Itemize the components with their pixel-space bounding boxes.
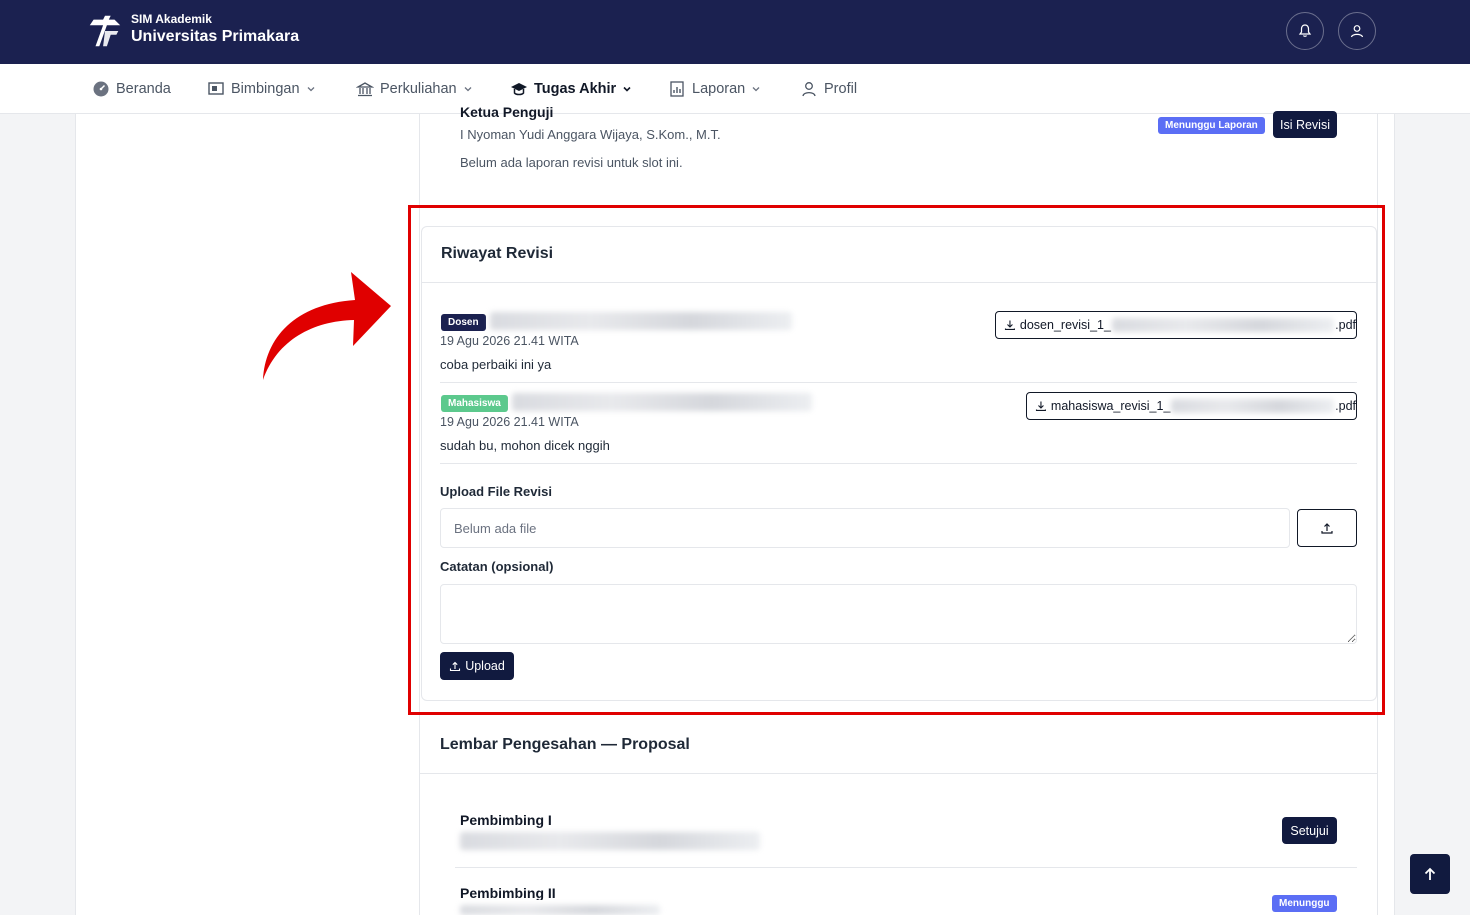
approve-button[interactable]: Setujui xyxy=(1282,817,1337,844)
chevron-down-icon xyxy=(307,87,314,92)
brand-subtitle: SIM Akademik xyxy=(131,12,212,26)
slot-empty-note: Belum ada laporan revisi untuk slot ini. xyxy=(460,155,683,170)
file-name-prefix: mahasiswa_revisi_1_ xyxy=(1050,399,1171,413)
nav-label: Tugas Akhir xyxy=(534,81,617,97)
choose-file-button[interactable] xyxy=(1297,509,1357,547)
slot-examiner-name: I Nyoman Yudi Anggara Wijaya, S.Kom., M.… xyxy=(460,127,721,142)
notifications-button[interactable] xyxy=(1286,12,1324,50)
notes-textarea[interactable] xyxy=(440,584,1357,644)
nav-perkuliahan[interactable]: Perkuliahan xyxy=(356,79,473,99)
nav-profil[interactable]: Profil xyxy=(800,79,857,99)
entry-message: coba perbaiki ini ya xyxy=(440,357,552,372)
approver-role: Pembimbing II xyxy=(460,885,556,900)
status-badge: Menunggu Laporan xyxy=(1158,117,1265,134)
download-file-button[interactable]: mahasiswa_revisi_1_ .pdf xyxy=(1026,392,1357,420)
redacted-filename xyxy=(1171,399,1335,413)
nav-label: Laporan xyxy=(692,81,746,97)
upload-icon xyxy=(450,661,461,672)
upload-icon xyxy=(1321,523,1333,534)
account-button[interactable] xyxy=(1338,12,1376,50)
entry-divider xyxy=(440,463,1357,464)
entry-timestamp: 19 Agu 2026 21.41 WITA xyxy=(440,415,579,429)
upload-button-label: Upload xyxy=(465,659,505,673)
nav-bimbingan[interactable]: Bimbingan xyxy=(207,79,316,99)
top-header: SIM Akademik Universitas Primakara xyxy=(0,0,1470,64)
card-title: Riwayat Revisi xyxy=(441,245,554,262)
red-arrow-annotation xyxy=(263,272,391,380)
nav-laporan[interactable]: Laporan xyxy=(668,79,761,99)
report-icon xyxy=(670,81,684,97)
approval-section-title: Lembar Pengesahan — Proposal xyxy=(440,736,690,753)
nav-beranda[interactable]: Beranda xyxy=(92,79,171,99)
scroll-to-top-button[interactable] xyxy=(1410,854,1450,894)
redacted-name xyxy=(490,312,792,330)
entry-divider xyxy=(440,382,1357,383)
nav-label: Profil xyxy=(824,81,858,97)
arrow-up-icon xyxy=(1424,867,1436,880)
approver-role: Pembimbing I xyxy=(460,812,552,828)
fill-revision-button[interactable]: Isi Revisi xyxy=(1273,111,1337,138)
upload-label: Upload File Revisi xyxy=(440,484,552,499)
download-icon xyxy=(1035,401,1046,412)
redacted-name xyxy=(512,393,812,411)
user-icon xyxy=(1350,25,1364,38)
row-divider xyxy=(455,867,1357,868)
download-file-button[interactable]: dosen_revisi_1_ .pdf xyxy=(995,311,1357,339)
file-name-prefix: dosen_revisi_1_ xyxy=(1019,318,1111,332)
chevron-down-icon xyxy=(752,87,760,92)
dashboard-icon xyxy=(93,81,109,97)
section-divider xyxy=(420,773,1378,774)
graduation-cap-icon xyxy=(511,83,527,96)
upload-button[interactable]: Upload xyxy=(440,652,514,680)
file-input-display[interactable]: Belum ada file xyxy=(440,508,1290,548)
chevron-down-icon xyxy=(623,86,631,92)
redacted-name xyxy=(460,832,760,850)
bell-icon xyxy=(1298,24,1312,37)
notes-label: Catatan (opsional) xyxy=(440,559,554,574)
nav-label: Beranda xyxy=(116,81,171,97)
institution-icon xyxy=(356,82,374,97)
presentation-icon xyxy=(208,82,224,95)
file-extension: .pdf xyxy=(1335,318,1356,332)
user-icon xyxy=(802,82,816,97)
nav-label: Bimbingan xyxy=(231,81,300,97)
redacted-name xyxy=(460,905,660,915)
entry-message: sudah bu, mohon dicek nggih xyxy=(440,438,610,453)
brand-title: Universitas Primakara xyxy=(131,28,300,45)
main-nav: Beranda Bimbingan Perkuliahan Tugas Akhi… xyxy=(0,64,1470,114)
file-extension: .pdf xyxy=(1335,399,1356,413)
redacted-filename xyxy=(1111,318,1335,332)
slot-role-title: Ketua Penguji xyxy=(460,104,554,120)
status-badge: Menunggu xyxy=(1272,895,1337,912)
role-badge-mahasiswa: Mahasiswa xyxy=(441,395,508,412)
chevron-down-icon xyxy=(464,87,472,92)
entry-timestamp: 19 Agu 2026 21.41 WITA xyxy=(440,334,579,348)
university-logo[interactable] xyxy=(86,12,124,50)
card-header: Riwayat Revisi xyxy=(422,227,1376,283)
file-placeholder: Belum ada file xyxy=(454,521,537,536)
nav-tugas-akhir[interactable]: Tugas Akhir xyxy=(510,79,632,99)
nav-label: Perkuliahan xyxy=(380,81,457,97)
role-badge-dosen: Dosen xyxy=(441,314,486,331)
download-icon xyxy=(1004,320,1015,331)
